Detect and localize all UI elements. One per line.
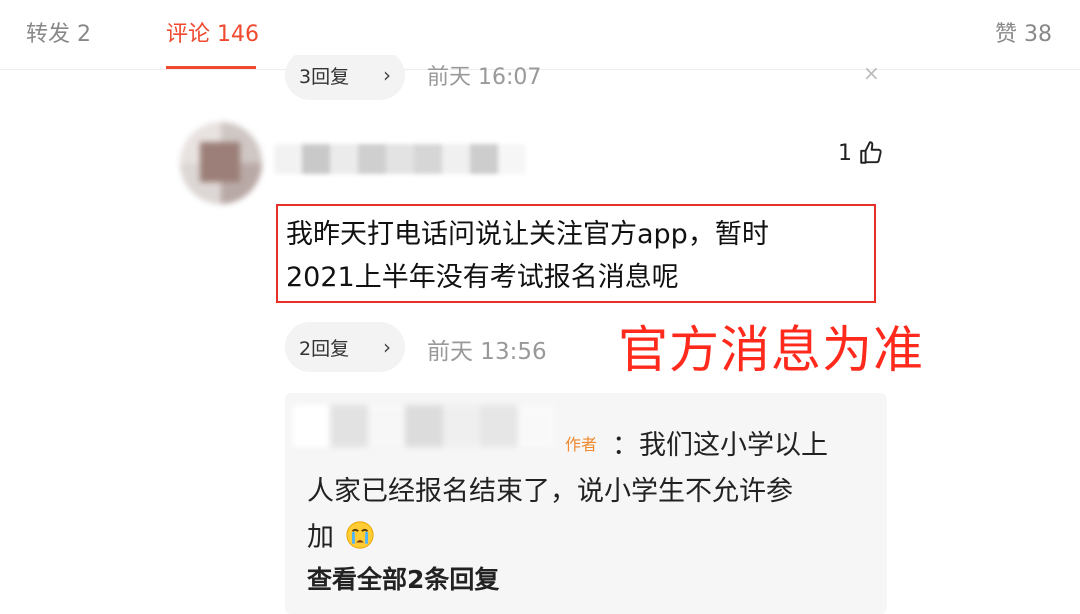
view-all-replies-link[interactable]: 查看全部2条回复 — [307, 560, 499, 596]
close-icon[interactable]: × — [863, 61, 880, 85]
previous-reply-count-label: 3回复 — [299, 65, 350, 88]
reply-text-line-3-text: 加 — [307, 522, 334, 553]
crying-face-icon — [346, 521, 374, 549]
reply-text-line-1: ：我们这小学以上 — [612, 430, 828, 461]
tab-repost[interactable]: 转发 2 — [26, 20, 91, 50]
reply-text: ：我们这小学以上 人家已经报名结束了，说小学生不允许参 加 — [307, 423, 867, 561]
avatar[interactable] — [180, 122, 262, 204]
thumbs-up-icon — [860, 141, 882, 164]
username-blurred[interactable] — [274, 144, 526, 174]
chevron-right-icon: › — [383, 63, 391, 87]
like-count: 1 — [838, 140, 852, 166]
annotation-overlay-text: 官方消息为准 — [618, 321, 924, 379]
comment-timestamp: 前天 13:56 — [427, 339, 547, 365]
chevron-right-icon: › — [383, 335, 391, 359]
tab-comments[interactable]: 评论 146 — [166, 20, 259, 50]
previous-comment-reply-row: 3回复 › 前天 16:07 × — [285, 55, 895, 100]
comment-text-line-2: 2021上半年没有考试报名消息呢 — [286, 262, 679, 293]
reply-text-line-2: 人家已经报名结束了，说小学生不允许参 — [307, 476, 793, 507]
comment-text-line-1: 我昨天打电话问说让关注官方app，暂时 — [286, 219, 769, 250]
active-tab-indicator — [166, 66, 256, 69]
reply-count-button[interactable]: 2回复 › — [285, 322, 405, 372]
previous-comment-timestamp: 前天 16:07 — [427, 65, 542, 90]
reply-text-line-3: 加 — [307, 515, 867, 561]
tab-likes[interactable]: 赞 38 — [995, 20, 1052, 50]
reply-panel[interactable]: 作者 ：我们这小学以上 人家已经报名结束了，说小学生不允许参 加 查看全部2条回… — [285, 393, 887, 614]
highlighted-comment-text: 我昨天打电话问说让关注官方app，暂时 2021上半年没有考试报名消息呢 — [276, 204, 876, 303]
like-button[interactable]: 1 — [838, 140, 884, 166]
reply-count-label: 2回复 — [299, 337, 350, 360]
previous-reply-count-button[interactable]: 3回复 › — [285, 55, 405, 100]
